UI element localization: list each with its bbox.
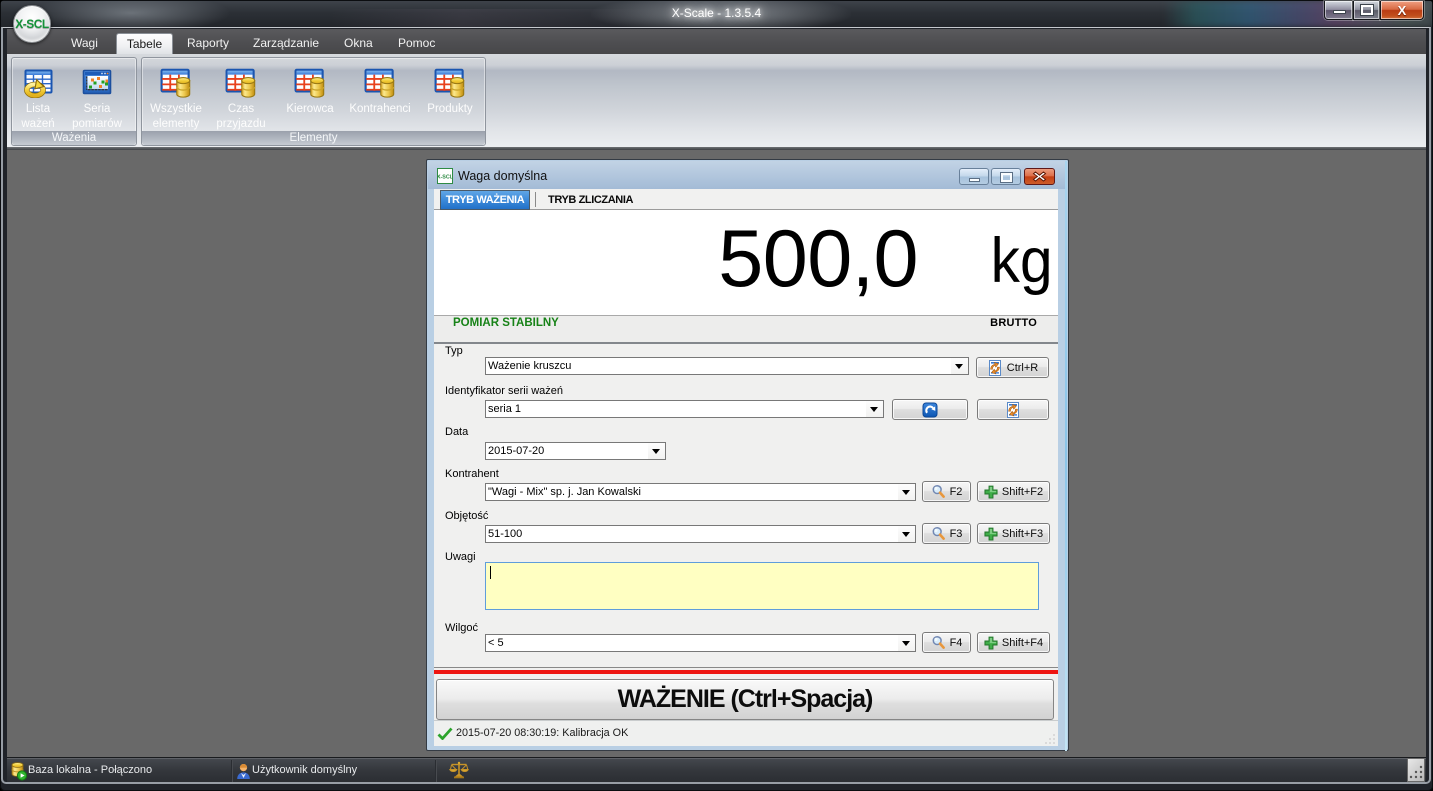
svg-text:X-SCL: X-SCL	[437, 175, 453, 181]
